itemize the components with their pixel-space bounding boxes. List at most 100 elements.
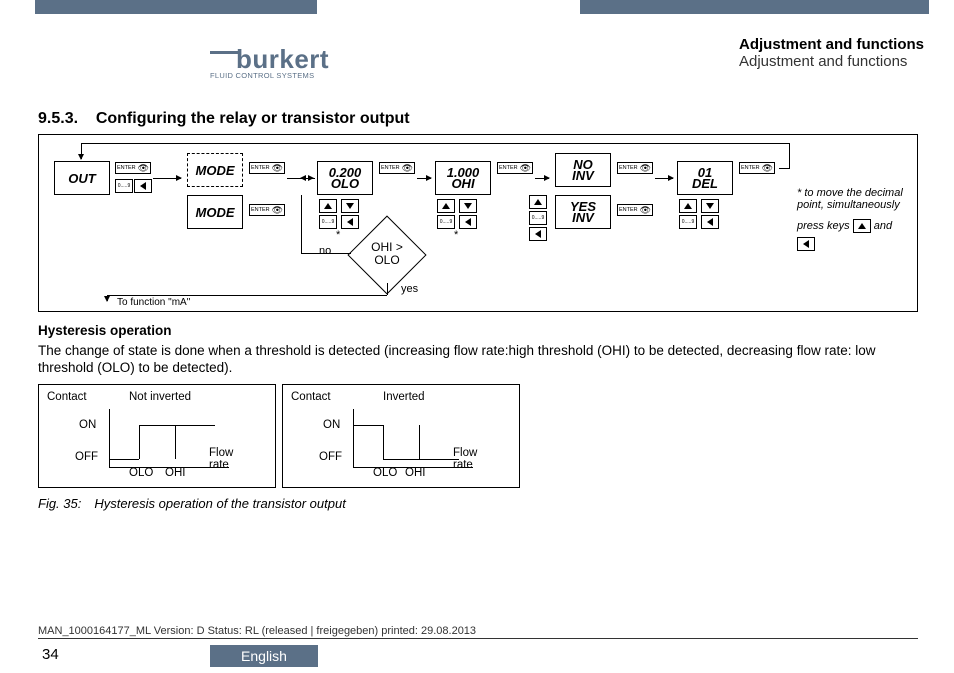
lcd-mode-dashed: MODE — [187, 153, 243, 187]
label-yes: yes — [401, 283, 418, 295]
lcd-olo-label: OLO — [331, 178, 359, 189]
lcd-mode-label: MODE — [196, 165, 235, 176]
enter-button: ENTER👁 — [739, 162, 775, 174]
eye-icon: 👁 — [272, 163, 283, 174]
triangle-left-icon — [140, 182, 146, 190]
eye-icon: 👁 — [402, 163, 413, 174]
header-title-norm: Adjustment and functions — [739, 53, 924, 70]
enter-button: ENTER👁 — [249, 162, 285, 174]
connector — [301, 195, 302, 253]
label-off: OFF — [319, 451, 342, 463]
eye-icon: 👁 — [272, 205, 283, 216]
footer-metadata: MAN_1000164177_ML Version: D Status: RL … — [38, 625, 918, 639]
key-left — [341, 215, 359, 229]
lcd-mode: MODE — [187, 195, 243, 229]
eye-icon: 👁 — [640, 205, 651, 216]
lcd-yes-label2: INV — [572, 212, 594, 223]
triangle-down-icon — [706, 203, 714, 209]
page-number: 34 — [42, 646, 59, 663]
triangle-down-icon — [346, 203, 354, 209]
key-up — [319, 199, 337, 213]
brand-logo: burkert FLUID CONTROL SYSTEMS — [210, 44, 329, 80]
decision-line2: OLO — [374, 253, 399, 267]
key-up — [437, 199, 455, 213]
triangle-left-icon — [465, 218, 471, 226]
label-on: ON — [79, 419, 96, 431]
connector — [779, 168, 789, 169]
key-down — [459, 199, 477, 213]
triangle-left-icon — [347, 218, 353, 226]
connector — [153, 178, 181, 179]
triangle-left-icon — [803, 240, 809, 248]
eye-icon: 👁 — [762, 163, 773, 174]
lcd-mode-label: MODE — [196, 207, 235, 218]
label-olo: OLO — [129, 467, 153, 479]
key-left — [134, 179, 152, 193]
connector — [535, 178, 549, 179]
connector — [655, 178, 673, 179]
triangle-up-icon — [534, 199, 542, 205]
figure-caption: Fig. 35: Hysteresis operation of the tra… — [38, 496, 346, 511]
note-line1: * to move the decimal — [797, 187, 907, 199]
logo-tagline: FLUID CONTROL SYSTEMS — [210, 71, 329, 80]
triangle-left-icon — [707, 218, 713, 226]
to-function-label: To function "mA" — [117, 297, 190, 308]
lcd-del-label2: DEL — [692, 178, 718, 189]
label-olo: OLO — [373, 467, 397, 479]
eye-icon: 👁 — [138, 163, 149, 174]
header-titles: Adjustment and functions Adjustment and … — [739, 36, 924, 70]
hysteresis-text: The change of state is done when a thres… — [38, 342, 918, 376]
label-ohi: OHI — [165, 467, 185, 479]
lcd-out: OUT — [54, 161, 110, 195]
label-no: no — [319, 245, 331, 257]
note-line3: press keys — [797, 220, 850, 232]
label-on: ON — [323, 419, 340, 431]
key-left — [797, 237, 815, 251]
star-note: * — [454, 229, 458, 241]
enter-button: ENTER👁 — [379, 162, 415, 174]
hysteresis-chart-inverted: Contact Inverted ON OFF OLO OHI Flowrate — [282, 384, 520, 488]
triangle-up-icon — [858, 223, 866, 229]
connector — [789, 143, 790, 169]
key-zero-nine: 0.....9 — [437, 215, 455, 229]
eye-icon: 👁 — [520, 163, 531, 174]
label-not-inverted: Not inverted — [129, 391, 191, 403]
label-contact: Contact — [47, 391, 87, 403]
flow-diagram: OUT ENTER👁 0.....9 MODE ENTER👁 MODE ENTE… — [38, 134, 918, 312]
decision-line1: OHI > — [371, 240, 403, 254]
label-off: OFF — [75, 451, 98, 463]
lcd-no-label2: INV — [572, 170, 594, 181]
top-color-bar — [0, 0, 954, 14]
label-contact: Contact — [291, 391, 331, 403]
lcd-out-label: OUT — [68, 173, 95, 184]
hysteresis-chart-not-inverted: Contact Not inverted ON OFF OLO OHI Flow… — [38, 384, 276, 488]
key-up — [853, 219, 871, 233]
lcd-yes-inv: YES INV — [555, 195, 611, 229]
connector — [417, 178, 431, 179]
decision-text: OHI > OLO — [352, 241, 422, 267]
logo-text: burkert — [236, 44, 329, 74]
connector — [387, 283, 388, 295]
key-left — [701, 215, 719, 229]
section-title: Configuring the relay or transistor outp… — [96, 110, 410, 127]
lcd-del: 01 DEL — [677, 161, 733, 195]
connector — [107, 295, 108, 301]
note-line2: point, simultaneously — [797, 199, 907, 211]
header-title-bold: Adjustment and functions — [739, 36, 924, 53]
lcd-olo: 0.200 OLO — [317, 161, 373, 195]
enter-button: ENTER👁 — [249, 204, 285, 216]
hysteresis-heading: Hysteresis operation — [38, 322, 172, 339]
triangle-down-icon — [464, 203, 472, 209]
triangle-up-icon — [442, 203, 450, 209]
key-up — [679, 199, 697, 213]
key-zero-nine: 0.....9 — [679, 215, 697, 229]
key-zero-nine: 0.....9 — [115, 179, 133, 193]
connector — [81, 143, 789, 144]
connector — [107, 295, 387, 296]
lcd-ohi-label: OHI — [451, 178, 474, 189]
lcd-ohi: 1.000 OHI — [435, 161, 491, 195]
key-left — [529, 227, 547, 241]
connector — [301, 253, 351, 254]
enter-button: ENTER👁 — [617, 204, 653, 216]
star-note: * — [336, 229, 340, 241]
